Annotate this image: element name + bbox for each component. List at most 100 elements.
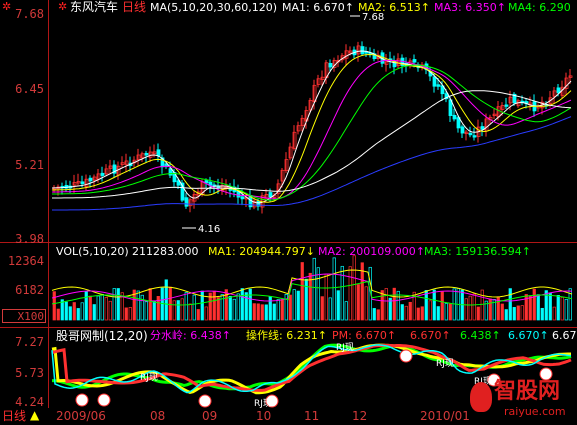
volume-bar (560, 296, 564, 321)
volume-bar (528, 295, 532, 321)
volume-tick: 6182 (15, 283, 44, 297)
volume-bar (52, 291, 56, 321)
volume-bar (420, 306, 424, 321)
volume-bar (400, 304, 404, 321)
volume-bar (228, 295, 232, 321)
volume-bar (72, 302, 76, 321)
period-label: 日线 (122, 0, 147, 14)
rj-mark: RJ现 (336, 343, 354, 353)
price-candle (504, 104, 509, 107)
price-candle (412, 59, 417, 63)
volume-bar (440, 291, 444, 321)
price-candle (468, 132, 473, 136)
gear-icon[interactable]: ✲ (58, 1, 67, 13)
price-candle (472, 135, 477, 138)
volume-bar (260, 304, 264, 321)
volume-bar (180, 298, 184, 321)
volume-bar (504, 309, 508, 321)
vol-value: 211283.000 (132, 245, 199, 258)
water-line-label: 分水岭: 6.438↑ (150, 329, 231, 342)
price-candle (100, 172, 105, 176)
price-candle (460, 126, 465, 134)
volume-bar (176, 300, 180, 321)
volume-bar (196, 309, 200, 321)
ma2-line (52, 53, 572, 203)
ma4-line (52, 64, 572, 201)
volume-bar (432, 289, 436, 321)
volume-bar (464, 298, 468, 321)
watermark-url: raiyue.com (504, 405, 566, 418)
volume-bar (76, 308, 80, 321)
date-tick: 2009/06 (56, 409, 106, 423)
volume-bar (152, 300, 156, 321)
volume-bar (304, 278, 308, 321)
volume-bar (548, 292, 552, 321)
vol-ma1: MA1: 204944.797↓ (208, 245, 315, 258)
volume-bar (188, 303, 192, 321)
rj-mark: RJ现 (140, 373, 158, 383)
volume-bar (424, 290, 428, 321)
ma-params: MA(5,10,20,30,60,120) (150, 1, 278, 14)
ma3-value: MA3: 6.350↑ (434, 1, 506, 14)
volume-tick: 12364 (7, 254, 44, 268)
date-tick: 08 (150, 409, 166, 423)
price-candle (436, 84, 441, 87)
volume-unit: X100 (17, 310, 45, 323)
indicator-v4: 6.67 (552, 329, 577, 342)
volume-bar (348, 266, 352, 321)
volume-bar (408, 301, 412, 321)
smiley-icon (198, 394, 212, 408)
ma1-value: MA1: 6.670↑ (282, 1, 354, 14)
volume-bar (404, 305, 408, 321)
indicator-v2: 6.438↑ (460, 329, 501, 342)
volume-bar (268, 296, 272, 321)
volume-panel-divider (0, 327, 577, 328)
indicator-tick: 4.24 (15, 395, 44, 409)
indicator-tick: 5.73 (15, 366, 44, 380)
volume-bar (436, 306, 440, 321)
price-candle (88, 177, 93, 182)
volume-bar (356, 284, 360, 321)
footer-period[interactable]: 日线 (2, 410, 26, 422)
triangle-up-icon[interactable]: ▲ (30, 409, 39, 421)
volume-bar (508, 288, 512, 321)
volume-bar (296, 290, 300, 321)
volume-bar (128, 307, 132, 321)
volume-bar (148, 288, 152, 321)
price-candle (144, 152, 149, 156)
price-tick: 5.21 (15, 158, 44, 172)
price-candle (480, 126, 485, 130)
watermark: 智股网 raiyue.com (470, 378, 576, 422)
volume-bar (312, 257, 316, 321)
price-candle (240, 196, 245, 200)
volume-bar (240, 288, 244, 321)
volume-bar (332, 257, 336, 321)
price-candle (80, 181, 85, 185)
volume-bar (248, 288, 252, 321)
volume-bar (116, 288, 120, 321)
volume-bar (416, 307, 420, 321)
volume-bar (212, 290, 216, 321)
axis-frame-line (48, 0, 49, 408)
volume-bar (56, 308, 60, 321)
date-tick: 09 (202, 409, 218, 423)
volume-bar (520, 305, 524, 321)
volume-bar (96, 295, 100, 321)
vol-ma1-line (51, 269, 573, 298)
volume-bar (316, 267, 320, 321)
volume-bar (124, 307, 128, 321)
volume-bar (380, 290, 384, 321)
volume-bar (480, 289, 484, 321)
ma5-line (52, 90, 572, 199)
volume-bar (244, 292, 248, 321)
volume-bar (108, 300, 112, 321)
price-tick: 3.98 (15, 232, 44, 246)
rj-mark: RJ现 (436, 359, 454, 369)
volume-bar (344, 301, 348, 321)
volume-bar (136, 290, 140, 321)
volume-bar (104, 296, 108, 321)
volume-bar (292, 289, 296, 321)
stock-name: 东风汽车 (70, 0, 119, 14)
indicator-v1: 6.670↑ (410, 329, 451, 342)
volume-bar (192, 294, 196, 321)
